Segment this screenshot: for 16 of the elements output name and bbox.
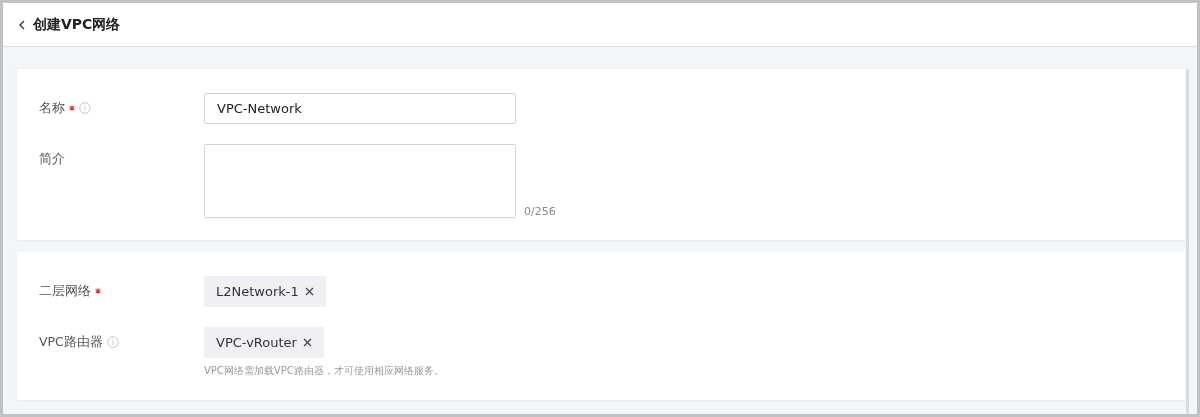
info-icon[interactable] (106, 336, 119, 348)
close-icon[interactable] (304, 287, 314, 296)
field-label: 二层网络 (39, 282, 91, 300)
field-label: 名称 (39, 99, 65, 117)
character-counter: 0/256 (524, 205, 556, 218)
back-icon[interactable] (19, 19, 25, 30)
field-label: 简介 (39, 150, 65, 168)
hint-text: VPC网络需加载VPC路由器，才可使用相应网络服务。 (204, 364, 444, 378)
tag[interactable]: VPC-vRouter (204, 327, 324, 358)
field-label: VPC路由器 (39, 333, 103, 351)
close-icon[interactable] (302, 338, 312, 347)
text-field[interactable]: VPC-Network (204, 93, 516, 124)
tag[interactable]: L2Network-1 (204, 276, 326, 307)
info-icon[interactable] (79, 102, 91, 114)
page-title: 创建VPC网络 (33, 15, 121, 34)
textarea-field[interactable] (204, 144, 516, 218)
